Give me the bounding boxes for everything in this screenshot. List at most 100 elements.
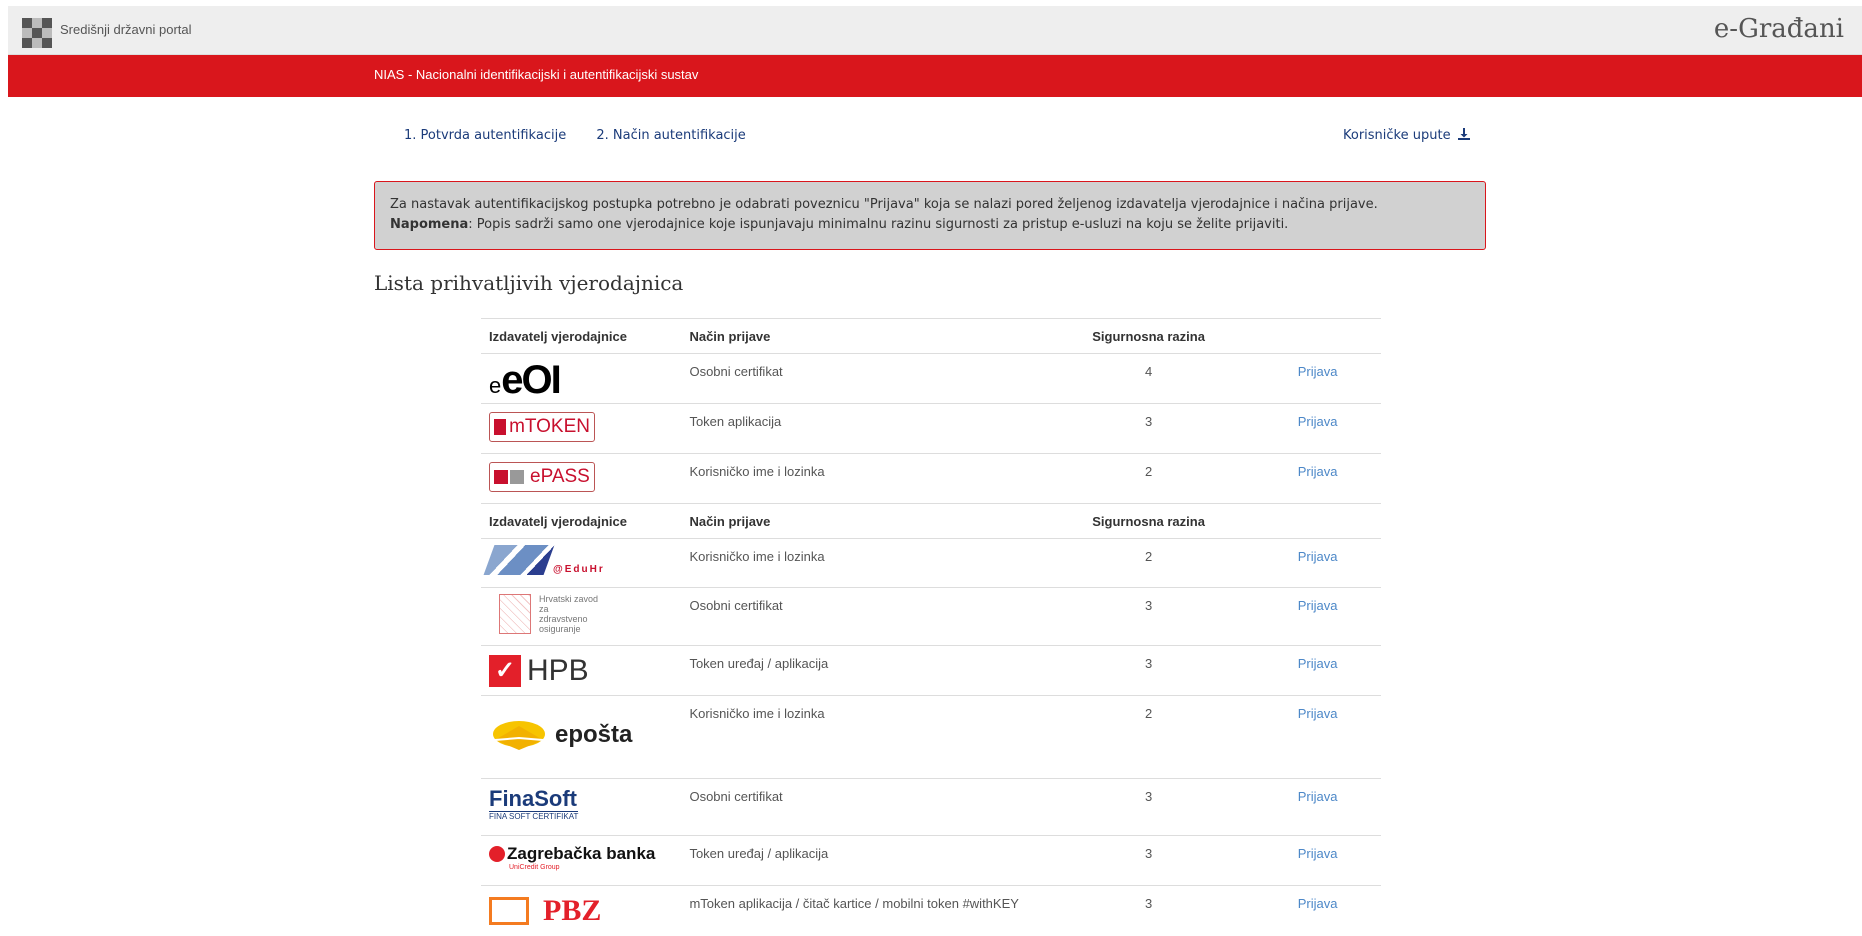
- user-guide-label: Korisničke upute: [1343, 128, 1451, 143]
- table-row: PBZ mToken aplikacija / čitač kartice / …: [481, 885, 1381, 936]
- level-cell: 3: [1039, 778, 1290, 836]
- method-cell: Token aplikacija: [681, 403, 1040, 454]
- prijava-link[interactable]: Prijava: [1298, 414, 1338, 429]
- col-header-action: [1289, 503, 1381, 539]
- table-row: FinaSoft FINA SOFT CERTIFIKAT Osobni cer…: [481, 778, 1381, 836]
- prijava-link[interactable]: Prijava: [1298, 598, 1338, 613]
- method-cell: Token uređaj / aplikacija: [681, 835, 1040, 886]
- table-row: ✓ HPB Token uređaj / aplikacija 3 Prijav…: [481, 645, 1381, 696]
- notice-line-1: Za nastavak autentifikacijskog postupka …: [390, 197, 1378, 212]
- prijava-link[interactable]: Prijava: [1298, 464, 1338, 479]
- method-cell: Token uređaj / aplikacija: [681, 645, 1040, 696]
- prijava-link[interactable]: Prijava: [1298, 656, 1338, 671]
- user-guide-link[interactable]: Korisničke upute: [1343, 128, 1470, 143]
- table-header-row: Izdavatelj vjerodajnice Način prijave Si…: [481, 318, 1381, 354]
- table-row: epošta Korisničko ime i lozinka 2 Prijav…: [481, 695, 1381, 779]
- level-cell: 3: [1039, 403, 1290, 454]
- prijava-link[interactable]: Prijava: [1298, 364, 1338, 379]
- prijava-link[interactable]: Prijava: [1298, 846, 1338, 861]
- level-cell: 3: [1039, 587, 1290, 646]
- table-row: Hrvatski zavod za zdravstveno osiguranje…: [481, 587, 1381, 646]
- issuer-cell: FinaSoft FINA SOFT CERTIFIKAT: [481, 778, 682, 836]
- hzzo-logo-icon: Hrvatski zavod za zdravstveno osiguranje: [489, 594, 599, 634]
- prijava-link[interactable]: Prijava: [1298, 789, 1338, 804]
- nias-banner: NIAS - Nacionalni identifikacijski i aut…: [8, 55, 1862, 97]
- col-header-method: Način prijave: [681, 318, 1040, 354]
- notice-label: Napomena: [390, 217, 469, 232]
- method-cell: Osobni certifikat: [681, 587, 1040, 646]
- finasoft-logo-icon: FinaSoft FINA SOFT CERTIFIKAT: [489, 786, 579, 821]
- issuer-cell: eeOI: [481, 353, 682, 404]
- action-cell: Prijava: [1289, 587, 1381, 646]
- action-cell: Prijava: [1289, 453, 1381, 504]
- issuer-cell: epošta: [481, 695, 682, 779]
- instruction-notice: Za nastavak autentifikacijskog postupka …: [374, 181, 1486, 250]
- notice-line-2: Napomena: Popis sadrži samo one vjerodaj…: [390, 215, 1470, 235]
- pbz-logo-icon: PBZ: [489, 894, 601, 928]
- step-1-link[interactable]: 1. Potvrda autentifikacije: [404, 128, 566, 143]
- action-cell: Prijava: [1289, 835, 1381, 886]
- hpb-logo-icon: ✓ HPB: [489, 654, 589, 688]
- method-cell: Osobni certifikat: [681, 353, 1040, 404]
- portal-logo-icon[interactable]: [22, 18, 52, 48]
- table-row: eeOI Osobni certifikat 4 Prijava: [481, 353, 1381, 404]
- table-header-row: Izdavatelj vjerodajnice Način prijave Si…: [481, 503, 1381, 539]
- issuer-cell: mTOKEN: [481, 403, 682, 454]
- level-cell: 2: [1039, 538, 1290, 588]
- col-header-level: Sigurnosna razina: [1039, 503, 1290, 539]
- issuer-cell: PBZ: [481, 885, 682, 936]
- action-cell: Prijava: [1289, 695, 1381, 779]
- level-cell: 3: [1039, 645, 1290, 696]
- list-title: Lista prihvatljivih vjerodajnica: [374, 271, 684, 295]
- issuer-cell: Zagrebačka banka UniCredit Group: [481, 835, 682, 886]
- col-header-level: Sigurnosna razina: [1039, 318, 1290, 354]
- col-header-method: Način prijave: [681, 503, 1040, 539]
- envelope-icon: [493, 721, 545, 750]
- prijava-link[interactable]: Prijava: [1298, 549, 1338, 564]
- banner-title: NIAS - Nacionalni identifikacijski i aut…: [374, 67, 699, 82]
- col-header-issuer: Izdavatelj vjerodajnice: [481, 503, 682, 539]
- top-header: Središnji državni portal e-Građani: [8, 6, 1862, 55]
- action-cell: Prijava: [1289, 538, 1381, 588]
- prijava-link[interactable]: Prijava: [1298, 706, 1338, 721]
- action-cell: Prijava: [1289, 778, 1381, 836]
- level-cell: 2: [1039, 453, 1290, 504]
- level-cell: 4: [1039, 353, 1290, 404]
- notice-text: : Popis sadrži samo one vjerodajnice koj…: [468, 217, 1289, 232]
- action-cell: Prijava: [1289, 885, 1381, 936]
- table-row: mTOKEN Token aplikacija 3 Prijava: [481, 403, 1381, 454]
- table-row: ePASS Korisničko ime i lozinka 2 Prijava: [481, 453, 1381, 504]
- eduhr-logo-icon: @EduHr: [483, 545, 605, 575]
- action-cell: Prijava: [1289, 353, 1381, 404]
- issuer-cell: ✓ HPB: [481, 645, 682, 696]
- issuer-cell: ePASS: [481, 453, 682, 504]
- download-icon: [1457, 128, 1470, 140]
- level-cell: 3: [1039, 885, 1290, 936]
- method-cell: Korisničko ime i lozinka: [681, 453, 1040, 504]
- method-cell: Korisničko ime i lozinka: [681, 538, 1040, 588]
- step-navigation: 1. Potvrda autentifikacije 2. Način aute…: [404, 128, 772, 143]
- eoi-logo-icon: eeOI: [489, 358, 562, 402]
- step-2-link[interactable]: 2. Način autentifikacije: [596, 128, 745, 143]
- credentials-table: Izdavatelj vjerodajnice Način prijave Si…: [481, 318, 1381, 936]
- eposta-logo-icon: epošta: [489, 718, 632, 752]
- zaba-logo-icon: Zagrebačka banka UniCredit Group: [489, 844, 655, 871]
- method-cell: mToken aplikacija / čitač kartice / mobi…: [681, 885, 1040, 936]
- epass-logo-icon: ePASS: [489, 462, 595, 492]
- mtoken-logo-icon: mTOKEN: [489, 412, 595, 442]
- table-row: @EduHr Korisničko ime i lozinka 2 Prijav…: [481, 538, 1381, 588]
- portal-name-link[interactable]: Središnji državni portal: [60, 22, 192, 37]
- prijava-link[interactable]: Prijava: [1298, 896, 1338, 911]
- level-cell: 3: [1039, 835, 1290, 886]
- brand-title[interactable]: e-Građani: [1714, 14, 1844, 44]
- col-header-action: [1289, 318, 1381, 354]
- action-cell: Prijava: [1289, 645, 1381, 696]
- method-cell: Korisničko ime i lozinka: [681, 695, 1040, 779]
- issuer-cell: @EduHr: [481, 538, 682, 588]
- method-cell: Osobni certifikat: [681, 778, 1040, 836]
- col-header-issuer: Izdavatelj vjerodajnice: [481, 318, 682, 354]
- table-row: Zagrebačka banka UniCredit Group Token u…: [481, 835, 1381, 886]
- level-cell: 2: [1039, 695, 1290, 779]
- issuer-cell: Hrvatski zavod za zdravstveno osiguranje: [481, 587, 682, 646]
- action-cell: Prijava: [1289, 403, 1381, 454]
